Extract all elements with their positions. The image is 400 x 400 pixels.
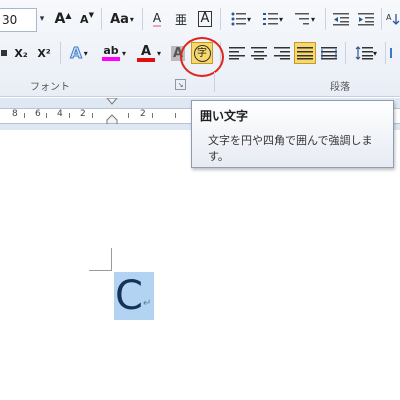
- superscript-button[interactable]: X²: [33, 42, 55, 64]
- ruler-number: 8: [12, 109, 18, 119]
- margin-corner-mark: [111, 248, 112, 271]
- char-border-icon: A: [197, 11, 213, 27]
- strikethrough-icon: [1, 50, 7, 56]
- bullets-icon: [231, 12, 246, 26]
- align-right-icon: [274, 47, 290, 60]
- font-color-dropdown-icon: ▾: [156, 48, 161, 58]
- decrease-indent-button[interactable]: [330, 8, 352, 30]
- justify-icon: [297, 47, 313, 60]
- shrink-arrow-icon: ▼: [88, 11, 94, 19]
- bullets-button[interactable]: ▾: [226, 8, 256, 30]
- tooltip-description: 文字を円や四角で囲んで強調しま す。: [200, 133, 385, 165]
- highlight-button[interactable]: ab ▾: [98, 42, 130, 64]
- multilevel-list-icon: [294, 13, 309, 25]
- line-spacing-button[interactable]: ▾: [350, 42, 382, 64]
- shrink-font-icon: A: [80, 12, 89, 26]
- bullets-dropdown-icon: ▾: [246, 14, 251, 24]
- tooltip-description-line: す。: [208, 150, 229, 163]
- ruler-number: 2: [140, 109, 146, 119]
- align-center-icon: [251, 47, 267, 60]
- highlight-color-bar: [101, 57, 120, 61]
- ruler-number: 4: [57, 109, 63, 119]
- phonetic-guide-button[interactable]: 亜: [170, 8, 192, 30]
- ribbon-row-1: 30 ▾ A ▲ A ▼ Aa ▾ A 亜 A ▾ ▾ ▾ A: [0, 8, 400, 32]
- change-case-dropdown-icon: ▾: [129, 14, 134, 24]
- paragraph-mark-icon: ↵: [143, 298, 152, 309]
- ribbon: 30 ▾ A ▲ A ▼ Aa ▾ A 亜 A ▾ ▾ ▾ A X₂ X² A …: [0, 0, 400, 97]
- clear-format-button[interactable]: A: [146, 8, 168, 30]
- change-case-icon: Aa: [110, 11, 129, 27]
- align-right-button[interactable]: [271, 42, 293, 64]
- indent-marker-icon[interactable]: [106, 98, 118, 124]
- tooltip-title: 囲い文字: [200, 109, 249, 123]
- font-color-icon: A: [140, 43, 152, 59]
- numbering-icon: [262, 13, 278, 25]
- superscript-icon: X²: [37, 46, 51, 60]
- text-effects-button[interactable]: A ▾: [64, 42, 94, 64]
- font-dialog-launcher-icon[interactable]: ↘: [175, 79, 186, 90]
- numbering-dropdown-icon: ▾: [278, 14, 283, 24]
- distributed-icon: [321, 47, 337, 60]
- change-case-button[interactable]: Aa ▾: [106, 8, 138, 30]
- grow-font-button[interactable]: A ▲: [52, 8, 74, 30]
- text-effects-dropdown-icon: ▾: [83, 48, 88, 58]
- justify-button[interactable]: [294, 42, 316, 64]
- distributed-button[interactable]: [318, 42, 340, 64]
- clear-format-icon: A: [152, 11, 162, 27]
- highlight-icon: ab: [103, 44, 119, 57]
- shading-button-partial[interactable]: [389, 42, 400, 64]
- shrink-font-button[interactable]: A ▼: [76, 8, 98, 30]
- align-center-button[interactable]: [248, 42, 270, 64]
- align-left-button[interactable]: [226, 42, 248, 64]
- font-color-button[interactable]: A ▾: [133, 42, 165, 64]
- increase-indent-icon: [358, 13, 374, 26]
- highlight-circle-annotation: [180, 37, 224, 77]
- multilevel-list-button[interactable]: ▾: [290, 8, 320, 30]
- grow-font-icon: A: [54, 11, 66, 27]
- font-size-box[interactable]: 30: [0, 8, 37, 32]
- shading-icon: [389, 48, 400, 58]
- highlight-dropdown-icon: ▾: [121, 48, 126, 58]
- font-size-dropdown[interactable]: ▾: [36, 10, 48, 28]
- subscript-icon: X₂: [14, 46, 28, 60]
- selected-character[interactable]: C: [114, 272, 144, 320]
- line-spacing-dropdown-icon: ▾: [372, 48, 377, 58]
- highlight-icon-wrap: ab: [101, 44, 120, 61]
- ruler-number: 6: [35, 109, 41, 119]
- char-border-button[interactable]: A: [194, 8, 216, 30]
- align-left-icon: [229, 47, 245, 60]
- enclose-chars-tooltip: 囲い文字 文字を円や四角で囲んで強調しま す。: [191, 100, 394, 168]
- font-group-label: フォント: [30, 82, 70, 93]
- paragraph-group-label: 段落: [330, 82, 350, 93]
- numbering-button[interactable]: ▾: [258, 8, 288, 30]
- font-color-bar: [136, 57, 155, 62]
- grow-arrow-icon: ▲: [65, 10, 72, 20]
- sort-icon: A: [386, 13, 399, 25]
- strikethrough-button-partial[interactable]: [0, 42, 8, 64]
- multilevel-dropdown-icon: ▾: [310, 14, 315, 24]
- line-spacing-icon: [355, 46, 373, 60]
- sort-button[interactable]: A: [385, 8, 400, 30]
- svg-text:A: A: [386, 13, 392, 22]
- margin-corner-mark: [89, 270, 112, 271]
- phonetic-guide-icon: 亜: [174, 12, 187, 27]
- ruler-number: 2: [80, 109, 86, 119]
- decrease-indent-icon: [333, 13, 349, 26]
- increase-indent-button[interactable]: [355, 8, 377, 30]
- text-effects-icon: A: [70, 44, 83, 63]
- subscript-button[interactable]: X₂: [10, 42, 32, 64]
- tooltip-description-line: 文字を円や四角で囲んで強調しま: [208, 134, 373, 147]
- font-color-icon-wrap: A: [136, 43, 155, 62]
- document-page[interactable]: [0, 131, 400, 400]
